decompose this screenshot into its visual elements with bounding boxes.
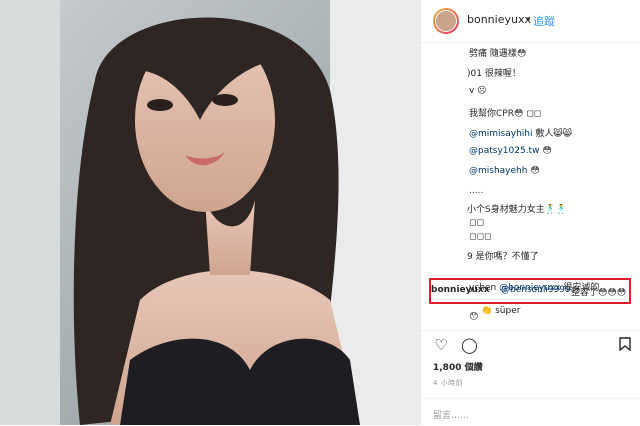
comment-text: 😳 [530, 166, 540, 176]
comment-text: 😳 [542, 146, 552, 156]
username-link[interactable]: bonnieyuxx [467, 13, 531, 26]
comment-text: süper [495, 306, 521, 316]
comment-mention[interactable]: @patsy1025.tw [469, 146, 539, 156]
post-side-panel: bonnieyuxx • 追蹤 劈痛 隨遇樣😳 )01 很辣喔！ v ☹ 我幫你… [420, 0, 640, 425]
comment-text: ◻◻ [469, 218, 484, 228]
comment-text: v ☹ [469, 86, 487, 96]
clap-emoji: 👏 [481, 306, 493, 316]
comment-text: 小个S身材魅力女主🕺🕺 [467, 205, 568, 215]
comment-mention[interactable]: @bonnieyuxx [499, 283, 560, 293]
bookmark-icon[interactable] [617, 337, 633, 353]
follow-button[interactable]: 追蹤 [533, 13, 555, 29]
comment-text: 😯 [469, 312, 479, 322]
comment-row: 👏 süper [481, 306, 520, 316]
comment-text: 我幫你CPR😳 ◻◻ [469, 109, 542, 119]
post-timestamp: 4 小時前 [433, 379, 464, 387]
comment-text: 很安诚的 [563, 283, 600, 293]
separator-dot: • [525, 13, 532, 26]
like-count[interactable]: 1,800 個讚 [433, 360, 483, 373]
avatar[interactable] [433, 8, 459, 34]
comment-row: @mimisayhihi 敷人😸😸 [469, 126, 572, 139]
post-photo [0, 0, 420, 425]
post-header: bonnieyuxx • 追蹤 [421, 0, 640, 43]
comment-icon[interactable]: ◯ [461, 337, 478, 353]
comment-row: ychen @bonnieyuxx 很安诚的 [469, 280, 599, 293]
comment-mention[interactable]: @mishayehh [469, 166, 527, 176]
add-comment-box[interactable]: 留言…… [421, 398, 640, 426]
comment-text: 敷人😸😸 [535, 129, 573, 139]
comment-row: @patsy1025.tw 😳 [469, 146, 552, 156]
comment-row: @mishayehh 😳 [469, 166, 540, 176]
comment-mention[interactable]: @mimisayhihi [469, 129, 532, 139]
comment-text: )01 很辣喔！ [467, 69, 521, 79]
comment-text: ..... [469, 186, 484, 196]
comment-text: 劈痛 隨遇樣😳 [469, 49, 527, 59]
post-photo-art [0, 0, 420, 425]
action-bar: ♡ ◯ [421, 330, 640, 359]
add-comment-placeholder[interactable]: 留言…… [433, 408, 469, 421]
comment-text: 9 是你嗎？不懂了 [467, 252, 539, 262]
comment-text: ◻◻◻ [469, 232, 492, 242]
heart-icon[interactable]: ♡ [433, 337, 449, 353]
comment-text: ychen [469, 283, 497, 293]
